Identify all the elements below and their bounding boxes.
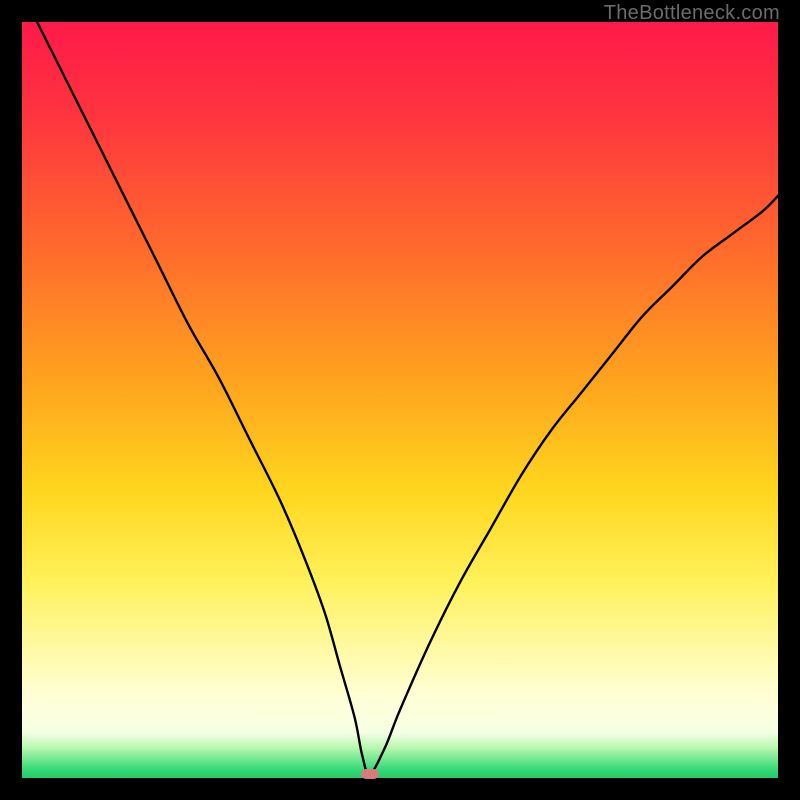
- chart-frame: [22, 22, 778, 778]
- optimal-point-marker: [361, 769, 379, 779]
- bottleneck-curve: [22, 22, 778, 778]
